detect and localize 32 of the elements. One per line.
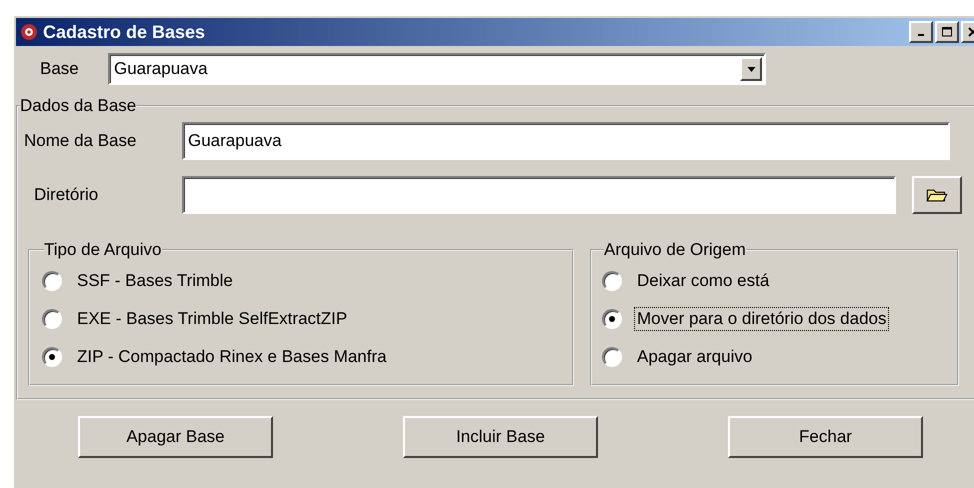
field-label: Nome da Base xyxy=(23,131,138,151)
option-label[interactable]: SSF - Bases Trimble xyxy=(74,269,236,293)
group-title: Tipo de Arquivo xyxy=(44,240,162,260)
app-icon xyxy=(20,23,38,41)
field-label: Diretório xyxy=(33,185,100,205)
group-title: Arquivo de Origem xyxy=(604,240,746,260)
window-title: Cadastro de Bases xyxy=(43,22,206,42)
radio-button[interactable] xyxy=(602,309,622,329)
minimize-icon xyxy=(918,34,924,36)
radio-button[interactable] xyxy=(42,271,62,291)
action-button[interactable]: Apagar Base xyxy=(78,416,273,458)
action-button[interactable]: Fechar xyxy=(728,416,923,458)
option-label[interactable]: ZIP - Compactado Rinex e Bases Manfra xyxy=(74,345,390,369)
option-label[interactable]: Apagar arquivo xyxy=(634,345,756,369)
maximize-icon xyxy=(942,27,952,37)
folder-icon xyxy=(926,188,948,202)
radio-button[interactable] xyxy=(602,271,622,291)
minimize-button[interactable] xyxy=(909,21,933,43)
input-field[interactable]: Guarapuava xyxy=(182,122,950,160)
folder-button[interactable] xyxy=(912,176,962,214)
action-button[interactable]: Incluir Base xyxy=(403,416,598,458)
group-title: Dados da Base xyxy=(20,96,136,116)
input-field[interactable] xyxy=(182,176,896,214)
base-dropdown[interactable]: Guarapuava xyxy=(108,53,766,85)
radio-button[interactable] xyxy=(602,347,622,367)
option-label[interactable]: EXE - Bases Trimble SelfExtractZIP xyxy=(74,307,350,331)
option-label[interactable]: Mover para o diretório dos dados xyxy=(634,307,890,331)
maximize-button[interactable] xyxy=(935,21,959,43)
option-label[interactable]: Deixar como está xyxy=(634,269,772,293)
radio-button[interactable] xyxy=(42,347,62,367)
base-label: Base xyxy=(39,59,80,79)
radio-button[interactable] xyxy=(42,309,62,329)
